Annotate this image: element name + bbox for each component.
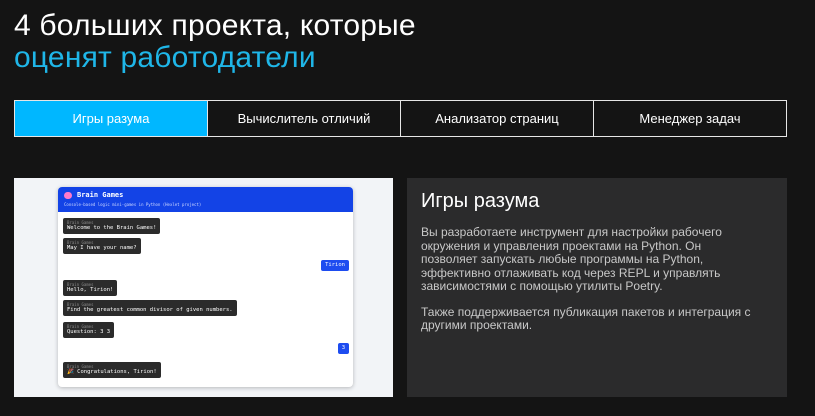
title-line-1: 4 больших проекта, которые: [14, 9, 416, 42]
app-subtitle: Console-based logic mini-games in Python…: [64, 202, 202, 207]
chat-app-preview: Brain Games Console-based logic mini-gam…: [58, 187, 353, 387]
chat-message: Brain Games Question: 3 3: [63, 322, 115, 338]
project-tabs: Игры разума Вычислитель отличий Анализат…: [14, 100, 787, 137]
tab-gendiff[interactable]: Вычислитель отличий: [207, 101, 400, 136]
brain-icon: [64, 191, 72, 199]
chat-message: Brain Games 🎉 Congratulations, Tirion!: [63, 362, 161, 378]
chat-message: Brain Games Find the greatest common div…: [63, 300, 237, 316]
project-heading: Игры разума: [421, 190, 540, 212]
chat-header: Brain Games Console-based logic mini-gam…: [58, 187, 353, 212]
page-title: 4 больших проекта, которые оценят работо…: [14, 10, 416, 74]
chat-message-user: 3: [337, 343, 349, 354]
tab-brain-games[interactable]: Игры разума: [15, 101, 207, 136]
project-description: Вы разработаете инструмент для настройки…: [421, 225, 722, 293]
chat-message: Brain Games Welcome to the Brain Games!: [63, 218, 161, 234]
project-description-panel: Игры разума Вы разработаете инструмент д…: [407, 178, 787, 397]
app-title: Brain Games: [77, 191, 124, 199]
title-line-2: оценят работодатели: [14, 41, 316, 74]
chat-message: Brain Games May I have your name?: [63, 238, 141, 254]
chat-message-user: Tirion: [321, 260, 349, 271]
project-description-extra: Также поддерживается публикация пакетов …: [421, 304, 751, 332]
chat-message: Brain Games Hello, Tirion!: [63, 280, 118, 296]
project-screenshot: Brain Games Console-based logic mini-gam…: [14, 178, 393, 397]
tab-page-analyzer[interactable]: Анализатор страниц: [400, 101, 593, 136]
tab-task-manager[interactable]: Менеджер задач: [593, 101, 786, 136]
